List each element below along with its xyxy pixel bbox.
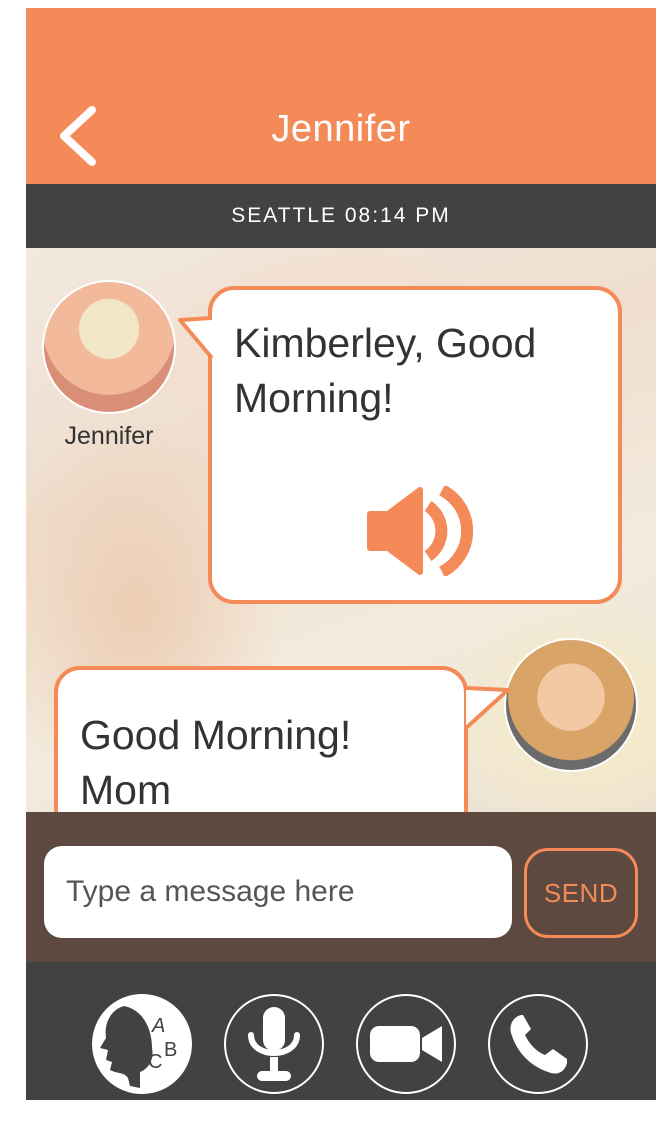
- bubble-tail: [464, 686, 510, 730]
- speaker-icon: [367, 484, 474, 578]
- message-text: Good Morning! Mom: [80, 712, 352, 812]
- message-text: Kimberley, Good Morning!: [234, 320, 537, 421]
- send-button[interactable]: SEND: [524, 848, 638, 938]
- svg-text:B: B: [164, 1039, 177, 1061]
- avatar-self[interactable]: [504, 638, 638, 772]
- speech-to-text-icon: A B C: [100, 1006, 177, 1088]
- sender-name: Jennifer: [64, 422, 154, 450]
- bubble-tail: [178, 316, 214, 360]
- page-title: Jennifer: [271, 108, 411, 150]
- microphone-button[interactable]: [224, 994, 324, 1094]
- chat-area[interactable]: Jennifer Kimberley, Good Morning! Good M…: [26, 248, 656, 812]
- action-toolbar: A B C: [26, 962, 656, 1100]
- avatar[interactable]: [42, 280, 176, 414]
- svg-text:C: C: [148, 1051, 162, 1073]
- message-bubble-incoming[interactable]: Kimberley, Good Morning!: [208, 286, 622, 604]
- phone-icon: [510, 1015, 567, 1074]
- play-audio-button[interactable]: [364, 484, 484, 578]
- message-input[interactable]: [44, 846, 512, 938]
- header-bar: Jennifer: [26, 8, 656, 184]
- video-camera-icon: [370, 1026, 442, 1062]
- chat-screen: Jennifer SEATTLE 08:14 PM Jennifer Kimbe…: [26, 8, 656, 1100]
- video-call-button[interactable]: [356, 994, 456, 1094]
- message-composer: SEND: [26, 812, 656, 962]
- svg-text:A: A: [151, 1015, 165, 1037]
- microphone-icon: [248, 1007, 300, 1081]
- speech-to-text-button[interactable]: A B C: [92, 994, 192, 1094]
- location-time-bar: SEATTLE 08:14 PM: [26, 184, 656, 248]
- message-bubble-outgoing[interactable]: Good Morning! Mom: [54, 666, 468, 812]
- phone-call-button[interactable]: [488, 994, 588, 1094]
